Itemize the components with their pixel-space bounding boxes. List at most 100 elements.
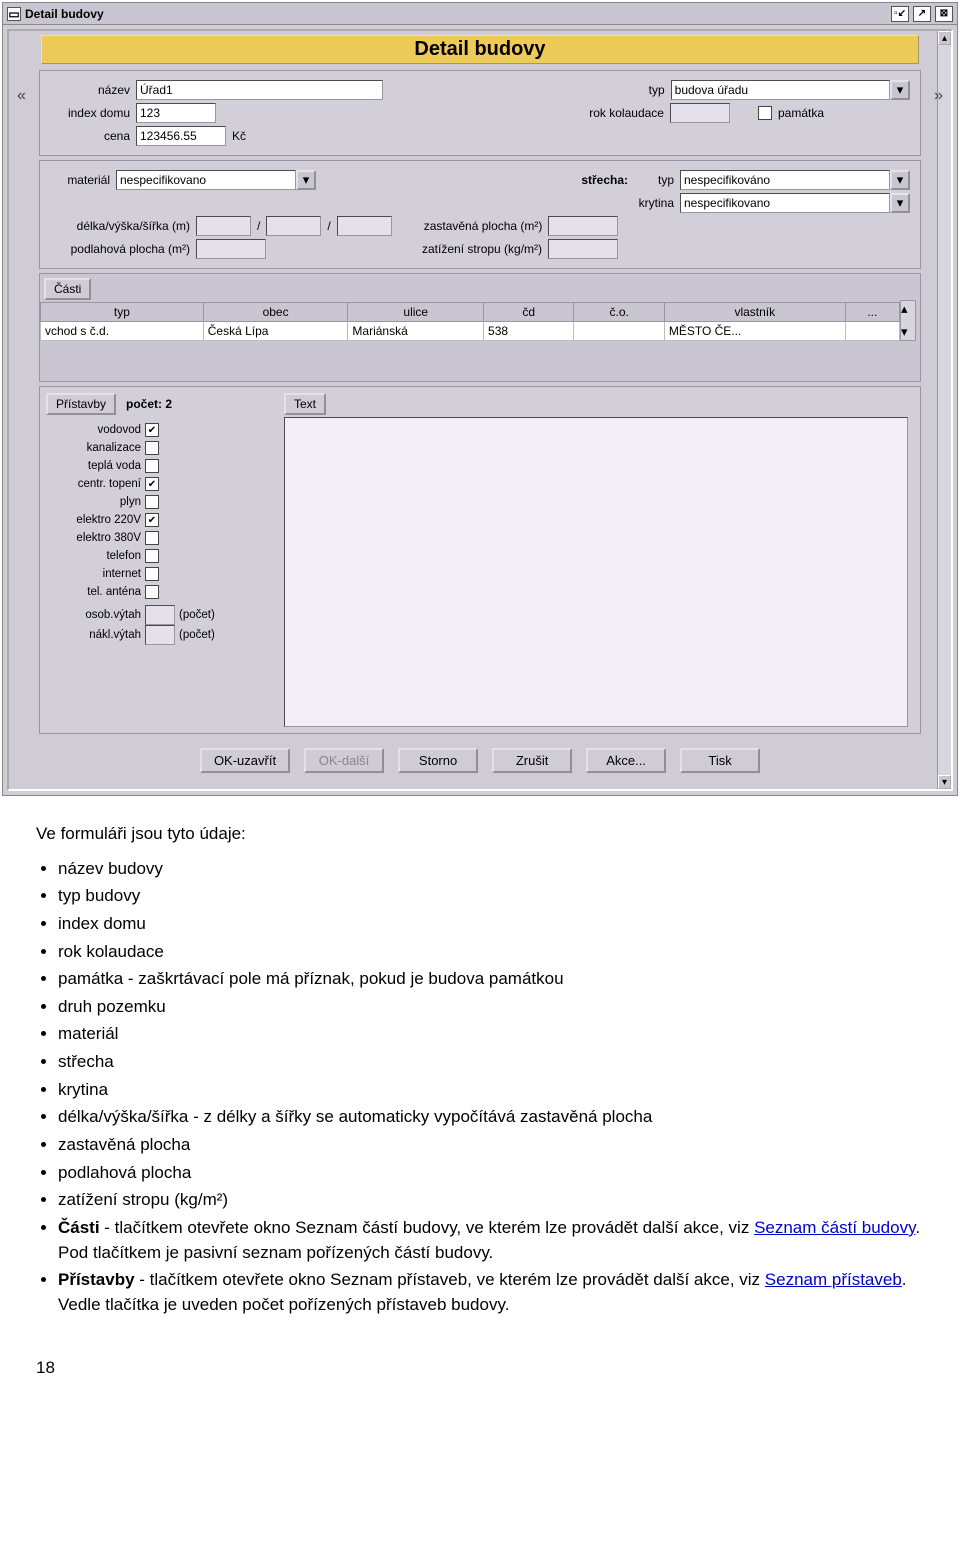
- zrusit-button[interactable]: Zrušit: [492, 748, 572, 773]
- utility-checkbox[interactable]: [145, 495, 159, 509]
- utility-row: elektro 220V ✔: [46, 513, 276, 527]
- typ-dropdown-icon[interactable]: ▾: [890, 80, 910, 100]
- utility-checkbox[interactable]: [145, 567, 159, 581]
- col-typ[interactable]: typ: [41, 303, 204, 322]
- zatizeni-input[interactable]: [548, 239, 618, 259]
- utility-label: telefon: [46, 550, 141, 562]
- storno-button[interactable]: Storno: [398, 748, 478, 773]
- table-row[interactable]: vchod s č.d. Česká Lípa Mariánská 538 MĚ…: [41, 322, 900, 341]
- material-select[interactable]: [116, 170, 296, 190]
- utility-row: plyn: [46, 495, 276, 509]
- utility-checkbox[interactable]: ✔: [145, 513, 159, 527]
- label-podl-plocha: podlahová plocha (m²): [50, 242, 190, 256]
- utility-label: kanalizace: [46, 442, 141, 454]
- osob-vytah-input[interactable]: [145, 605, 175, 625]
- text-button[interactable]: Text: [284, 393, 326, 415]
- utility-row: internet: [46, 567, 276, 581]
- prev-tab-icon[interactable]: «: [17, 87, 26, 105]
- text-area[interactable]: [284, 417, 908, 727]
- minimize-internal-icon[interactable]: ▫↙: [891, 6, 909, 22]
- label-pocet-1: (počet): [179, 609, 274, 621]
- pristavby-count: počet: 2: [126, 397, 172, 411]
- pristavby-button[interactable]: Přístavby: [46, 393, 116, 415]
- label-index-domu: index domu: [50, 106, 130, 120]
- document-text: Ve formuláři jsou tyto údaje: název budo…: [36, 822, 924, 1318]
- doc-item: délka/výška/šířka - z délky a šířky se a…: [58, 1105, 924, 1130]
- close-icon[interactable]: ⊠: [935, 6, 953, 22]
- link-seznam-pristaveb[interactable]: Seznam přístaveb: [765, 1270, 902, 1289]
- doc-item: Části - tlačítkem otevřete okno Seznam č…: [58, 1216, 924, 1265]
- scroll-up-icon[interactable]: ▴: [938, 31, 951, 45]
- strecha-typ-dropdown-icon[interactable]: ▾: [890, 170, 910, 190]
- cena-input[interactable]: [136, 126, 226, 146]
- col-more[interactable]: ...: [845, 303, 899, 322]
- utility-checkbox[interactable]: [145, 459, 159, 473]
- tisk-button[interactable]: Tisk: [680, 748, 760, 773]
- label-pamatka: památka: [778, 106, 824, 120]
- titlebar: ▭ Detail budovy ▫↙ ↗ ⊠: [3, 3, 957, 25]
- doc-item: druh pozemku: [58, 995, 924, 1020]
- rok-kolaudace-input[interactable]: [670, 103, 730, 123]
- link-seznam-casti[interactable]: Seznam částí budovy: [754, 1218, 915, 1237]
- vertical-scrollbar[interactable]: ▴ ▾: [937, 31, 951, 789]
- podl-plocha-input[interactable]: [196, 239, 266, 259]
- zast-plocha-input[interactable]: [548, 216, 618, 236]
- utility-label: teplá voda: [46, 460, 141, 472]
- pamatka-checkbox[interactable]: [758, 106, 772, 120]
- casti-area: Části typ obec ulice čd č.o.: [39, 273, 921, 382]
- table-scrollbar[interactable]: ▴ ▾: [900, 300, 916, 341]
- utility-checkbox[interactable]: ✔: [145, 477, 159, 491]
- casti-button[interactable]: Části: [44, 278, 91, 300]
- col-ulice[interactable]: ulice: [348, 303, 484, 322]
- next-tab-icon[interactable]: »: [934, 87, 943, 105]
- col-co[interactable]: č.o.: [574, 303, 664, 322]
- doc-item: typ budovy: [58, 884, 924, 909]
- label-nakl-vytah: nákl.výtah: [46, 629, 141, 641]
- window-title: Detail budovy: [25, 7, 104, 21]
- doc-item: Přístavby - tlačítkem otevřete okno Sezn…: [58, 1268, 924, 1317]
- col-vlastnik[interactable]: vlastník: [664, 303, 845, 322]
- utility-label: centr. topení: [46, 478, 141, 490]
- utility-row: elektro 380V: [46, 531, 276, 545]
- ok-close-button[interactable]: OK-uzavřít: [200, 748, 290, 773]
- utility-row: kanalizace: [46, 441, 276, 455]
- col-cd[interactable]: čd: [484, 303, 574, 322]
- akce-button[interactable]: Akce...: [586, 748, 666, 773]
- sirka-input[interactable]: [337, 216, 392, 236]
- col-obec[interactable]: obec: [203, 303, 348, 322]
- table-scroll-up-icon[interactable]: ▴: [901, 301, 915, 317]
- strecha-typ-select[interactable]: [680, 170, 890, 190]
- index-domu-input[interactable]: [136, 103, 216, 123]
- utility-label: elektro 220V: [46, 514, 141, 526]
- table-scroll-down-icon[interactable]: ▾: [901, 324, 915, 340]
- ok-next-button[interactable]: OK-další: [304, 748, 384, 773]
- utility-label: plyn: [46, 496, 141, 508]
- scroll-down-icon[interactable]: ▾: [938, 775, 951, 789]
- label-nazev: název: [50, 83, 130, 97]
- doc-item: krytina: [58, 1078, 924, 1103]
- nakl-vytah-input[interactable]: [145, 625, 175, 645]
- utility-checkbox[interactable]: [145, 441, 159, 455]
- krytina-dropdown-icon[interactable]: ▾: [890, 193, 910, 213]
- doc-item: zastavěná plocha: [58, 1133, 924, 1158]
- utility-checkbox[interactable]: ✔: [145, 423, 159, 437]
- window: ▭ Detail budovy ▫↙ ↗ ⊠ ▴ ▾ Detail budovy…: [2, 2, 958, 796]
- delka-input[interactable]: [196, 216, 251, 236]
- vyska-input[interactable]: [266, 216, 321, 236]
- utilities-panel: Přístavby počet: 2 vodovod✔ kanalizace tep…: [39, 386, 921, 734]
- doc-intro: Ve formuláři jsou tyto údaje:: [36, 822, 924, 847]
- maximize-internal-icon[interactable]: ↗: [913, 6, 931, 22]
- utility-checkbox[interactable]: [145, 549, 159, 563]
- basic-info-panel: název typ ▾ index domu rok kolaudace pam…: [39, 70, 921, 156]
- utility-row: vodovod✔: [46, 423, 276, 437]
- doc-item: název budovy: [58, 857, 924, 882]
- utility-row: telefon: [46, 549, 276, 563]
- utility-checkbox[interactable]: [145, 585, 159, 599]
- utility-row: centr. topení ✔: [46, 477, 276, 491]
- label-material: materiál: [50, 173, 110, 187]
- typ-select[interactable]: [671, 80, 890, 100]
- krytina-select[interactable]: [680, 193, 890, 213]
- material-dropdown-icon[interactable]: ▾: [296, 170, 316, 190]
- nazev-input[interactable]: [136, 80, 383, 100]
- utility-checkbox[interactable]: [145, 531, 159, 545]
